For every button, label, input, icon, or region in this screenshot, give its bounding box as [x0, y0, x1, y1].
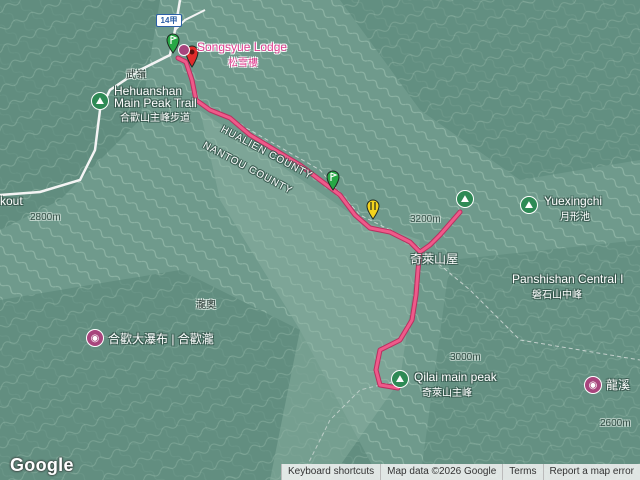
- waterfall-label[interactable]: 合歡大瀑布 | 合歡瀧: [108, 330, 214, 347]
- map-data-attribution: Map data ©2026 Google: [380, 464, 502, 480]
- elevation-label: 3000m: [450, 352, 481, 363]
- hiking-icon[interactable]: ⛰: [91, 92, 109, 110]
- yuexingchi-label-zh: 月形池: [560, 212, 590, 223]
- map-view[interactable]: 14甲 ⛰ ⛰ ⛰ ⛰ ◉ ◉ Songsyue Lodge 松雪樓 武嶺 He…: [0, 0, 640, 480]
- hiking-icon[interactable]: ⛰: [391, 370, 409, 388]
- google-logo: Google: [10, 455, 74, 475]
- green-flag-icon[interactable]: [326, 169, 340, 191]
- terrain-background: [0, 0, 640, 480]
- elevation-label: 2800m: [30, 212, 61, 223]
- elevation-label: 2600m: [600, 418, 631, 429]
- luanao-label: 瀧奧: [196, 300, 216, 311]
- qilai-main-peak-label-zh: 奇萊山主峰: [422, 388, 472, 399]
- map-footer: Keyboard shortcuts Map data ©2026 Google…: [280, 464, 640, 480]
- lodge-label-zh: 松雪樓: [228, 58, 258, 69]
- lodge-label-en[interactable]: Songsyue Lodge: [197, 40, 287, 54]
- qilai-main-peak-label[interactable]: Qilai main peak: [414, 370, 497, 384]
- longxi-label[interactable]: 龍溪: [606, 376, 630, 393]
- hiking-icon[interactable]: ⛰: [520, 196, 538, 214]
- lodge-icon[interactable]: [178, 44, 190, 56]
- road-shield-14a: 14甲: [156, 14, 182, 27]
- hehuanshan-label-zh: 合歡山主峰步道: [120, 113, 190, 124]
- yuexingchi-label[interactable]: Yuexingchi: [544, 194, 602, 208]
- terms-link[interactable]: Terms: [502, 464, 542, 480]
- qilai-house-label[interactable]: 奇萊山屋: [410, 250, 458, 267]
- report-error-link[interactable]: Report a map error: [542, 464, 640, 480]
- hehuanshan-label-2[interactable]: Main Peak Trail: [114, 96, 197, 110]
- lookout-label[interactable]: kout: [0, 194, 23, 208]
- camera-icon[interactable]: ◉: [86, 329, 104, 347]
- elevation-label: 3200m: [410, 214, 441, 225]
- yellow-pin-icon[interactable]: [366, 198, 380, 220]
- hiking-icon[interactable]: ⛰: [456, 190, 474, 208]
- panshishan-label[interactable]: Panshishan Central I: [512, 272, 623, 286]
- wuling-label: 武嶺: [126, 70, 146, 81]
- keyboard-shortcuts-link[interactable]: Keyboard shortcuts: [280, 464, 380, 480]
- panshishan-label-zh: 磐石山中峰: [532, 290, 582, 301]
- camera-icon[interactable]: ◉: [584, 376, 602, 394]
